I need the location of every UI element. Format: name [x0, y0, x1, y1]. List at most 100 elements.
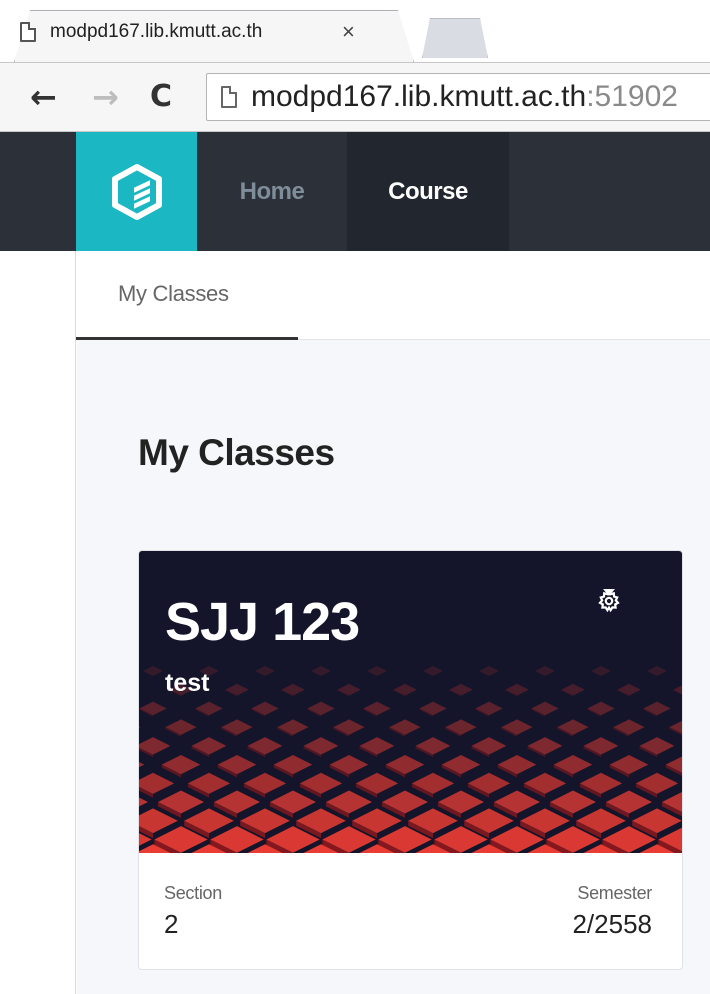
pattern-tile — [337, 683, 361, 696]
address-bar[interactable]: modpd167.lib.kmutt.ac.th:51902 — [206, 73, 710, 121]
pattern-tile — [557, 719, 589, 735]
pattern-tile — [359, 737, 395, 755]
tab-title[interactable]: modpd167.lib.kmutt.ac.th — [50, 21, 330, 43]
pattern-tile — [494, 790, 540, 814]
pattern-tile — [393, 683, 417, 696]
pattern-tile — [411, 772, 455, 794]
app-logo[interactable] — [76, 132, 197, 251]
course-code: SJJ 123 — [165, 592, 360, 652]
url-host[interactable]: modpd167.lib.kmutt.ac.th — [251, 80, 586, 114]
pattern-tile — [647, 666, 667, 676]
pattern-tile — [389, 719, 421, 735]
pattern-tile — [333, 719, 365, 735]
new-tab-button[interactable] — [422, 18, 488, 58]
pattern-tile — [225, 683, 249, 696]
pattern-tile — [247, 737, 283, 755]
pattern-tile — [326, 790, 372, 814]
pattern-tile — [553, 754, 593, 775]
browser-tab-content[interactable]: modpd167.lib.kmutt.ac.th × — [20, 12, 388, 52]
pattern-tile — [158, 790, 204, 814]
pattern-tile — [635, 772, 679, 794]
pattern-tile — [277, 719, 309, 735]
subnav: My Classes — [76, 251, 710, 340]
pattern-tile — [281, 683, 305, 696]
pattern-tile — [583, 737, 619, 755]
pattern-tile — [139, 761, 145, 768]
pattern-tile — [251, 701, 279, 716]
logo-icon — [111, 163, 162, 220]
pattern-tile — [214, 790, 260, 814]
pattern-tile — [187, 772, 231, 794]
pattern-tile — [531, 701, 559, 716]
url-port[interactable]: :51902 — [586, 80, 678, 114]
pattern-tile — [527, 737, 563, 755]
page-icon — [20, 22, 36, 42]
pattern-tile — [501, 719, 533, 735]
reload-icon[interactable]: C — [150, 79, 172, 115]
page-icon — [221, 86, 237, 108]
browser-toolbar: ← → C modpd167.lib.kmutt.ac.th:51902 — [0, 62, 710, 132]
pattern-tile — [415, 737, 451, 755]
section-label: Section — [164, 883, 222, 903]
pattern-tile — [609, 754, 649, 775]
pattern-tile — [669, 720, 682, 734]
pattern-tile — [255, 666, 275, 676]
pattern-tile — [505, 683, 529, 696]
browser-tabstrip: modpd167.lib.kmutt.ac.th × — [0, 0, 710, 62]
left-gutter — [0, 251, 76, 994]
gear-icon[interactable] — [597, 589, 621, 613]
class-card[interactable]: SJJ 123 test Section 2 Semester 2/2558 — [138, 550, 683, 970]
nav-home[interactable]: Home — [197, 132, 347, 251]
pattern-tile — [139, 726, 141, 728]
pattern-tile — [617, 683, 641, 696]
pattern-tile — [161, 754, 201, 775]
main-content: My Classes SJJ 123 test Section 2 Semest… — [77, 340, 710, 994]
nav-course[interactable]: Course — [347, 132, 509, 251]
pattern-tile — [195, 701, 223, 716]
pattern-tile — [561, 683, 585, 696]
pattern-tile — [143, 666, 163, 676]
pattern-tile — [363, 701, 391, 716]
class-card-footer: Section 2 Semester 2/2558 — [139, 853, 682, 969]
pattern-tile — [479, 666, 499, 676]
pattern-tile — [419, 701, 447, 716]
tab-my-classes[interactable]: My Classes — [76, 251, 298, 340]
pattern-tile — [311, 666, 331, 676]
pattern-tile — [139, 701, 167, 716]
pattern-tile — [382, 790, 428, 814]
class-card-banner[interactable]: SJJ 123 test — [139, 551, 682, 853]
pattern-tile — [587, 701, 615, 716]
back-arrow-icon[interactable]: ← — [30, 79, 57, 115]
pattern-tile — [273, 754, 313, 775]
semester-value: 2/2558 — [572, 909, 652, 939]
pattern-tile — [475, 701, 503, 716]
pattern-tile — [639, 737, 675, 755]
pattern-tile — [367, 666, 387, 676]
pattern-tile — [221, 719, 253, 735]
pattern-tile — [673, 685, 682, 695]
pattern-tile — [243, 772, 287, 794]
semester-label: Semester — [577, 883, 652, 903]
pattern-tile — [467, 772, 511, 794]
pattern-tile — [550, 790, 596, 814]
pattern-tile — [471, 737, 507, 755]
pattern-tile — [523, 772, 567, 794]
pattern-tile — [438, 790, 484, 814]
pattern-tile — [591, 666, 611, 676]
close-icon[interactable]: × — [342, 21, 355, 43]
pattern-tile — [385, 754, 425, 775]
pattern-tile — [613, 719, 645, 735]
pattern-tile — [606, 790, 652, 814]
pattern-tile — [270, 790, 316, 814]
forward-arrow-icon[interactable]: → — [92, 79, 119, 115]
card-settings-dropdown[interactable] — [597, 589, 620, 613]
pattern-tile — [299, 772, 343, 794]
pattern-tile — [191, 737, 227, 755]
pattern-tile — [329, 754, 369, 775]
pattern-tile — [497, 754, 537, 775]
pattern-tile — [217, 754, 257, 775]
pattern-tile — [445, 719, 477, 735]
pattern-tile — [579, 772, 623, 794]
pattern-tile — [355, 772, 399, 794]
pattern-tile — [535, 666, 555, 676]
